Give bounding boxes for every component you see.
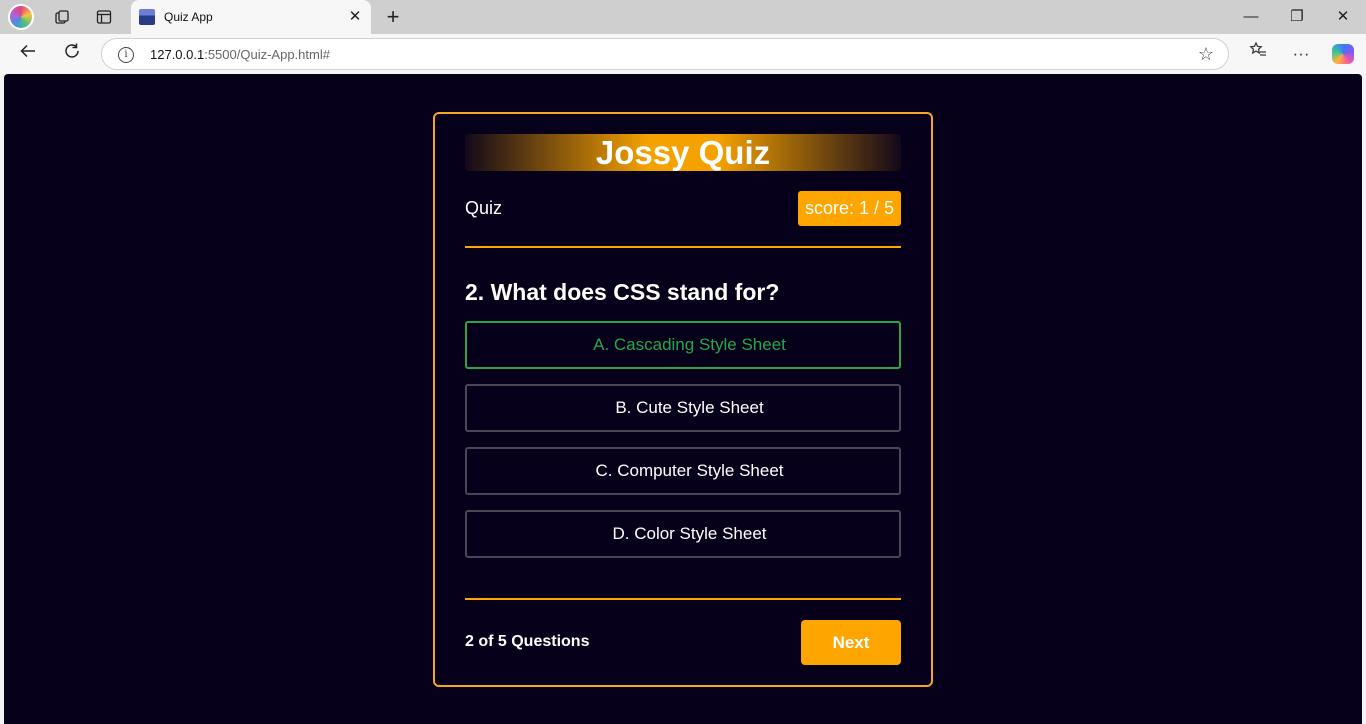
quiz-card: Jossy Quiz Quiz score: 1 / 5 2. What doe… [433,112,933,687]
score-badge: score: 1 / 5 [797,191,901,226]
tab-favicon-icon [139,9,155,25]
profile-avatar[interactable] [8,4,34,30]
back-arrow-icon [20,44,35,58]
refresh-icon [65,43,79,58]
header-divider [465,246,901,248]
tab-close-icon[interactable]: ✕ [345,7,365,27]
close-window-button[interactable]: ✕ [1320,3,1366,31]
copilot-icon[interactable] [1332,44,1354,64]
tab-quiz-app[interactable]: Quiz App ✕ [131,0,371,34]
more-options-icon[interactable]: ··· [1287,40,1315,68]
address-bar[interactable]: i 127.0.0.1:5500/Quiz-App.html# ☆ [101,38,1229,70]
option-d[interactable]: D. Color Style Sheet [465,510,901,558]
workspaces-icon[interactable] [49,5,75,29]
next-button[interactable]: Next [801,620,901,665]
footer-divider [465,598,901,600]
back-button[interactable] [14,40,42,68]
quiz-banner-title: Jossy Quiz [465,134,901,171]
tab-actions-icon[interactable] [91,5,117,29]
refresh-button[interactable] [58,40,86,68]
quiz-label: Quiz [465,198,503,218]
option-b[interactable]: B. Cute Style Sheet [465,384,901,432]
site-info-icon[interactable]: i [118,47,134,63]
favorites-icon[interactable] [1244,40,1272,68]
question-text: 2. What does CSS stand for? [465,279,780,305]
tab-title: Quiz App [164,10,213,24]
url-text: 127.0.0.1:5500/Quiz-App.html# [150,47,330,62]
page-viewport: Jossy Quiz Quiz score: 1 / 5 2. What doe… [4,74,1362,724]
option-a[interactable]: A. Cascading Style Sheet [465,321,901,369]
new-tab-button[interactable]: + [381,5,405,29]
minimize-button[interactable]: — [1228,3,1274,31]
browser-toolbar: i 127.0.0.1:5500/Quiz-App.html# ☆ ··· [0,34,1366,74]
favorite-star-icon[interactable]: ☆ [1198,44,1214,65]
question-counter: 2 of 5 Questions [465,633,590,650]
browser-tab-bar: Quiz App ✕ + — ❐ ✕ [0,0,1366,34]
restore-button[interactable]: ❐ [1274,3,1320,31]
option-c[interactable]: C. Computer Style Sheet [465,447,901,495]
